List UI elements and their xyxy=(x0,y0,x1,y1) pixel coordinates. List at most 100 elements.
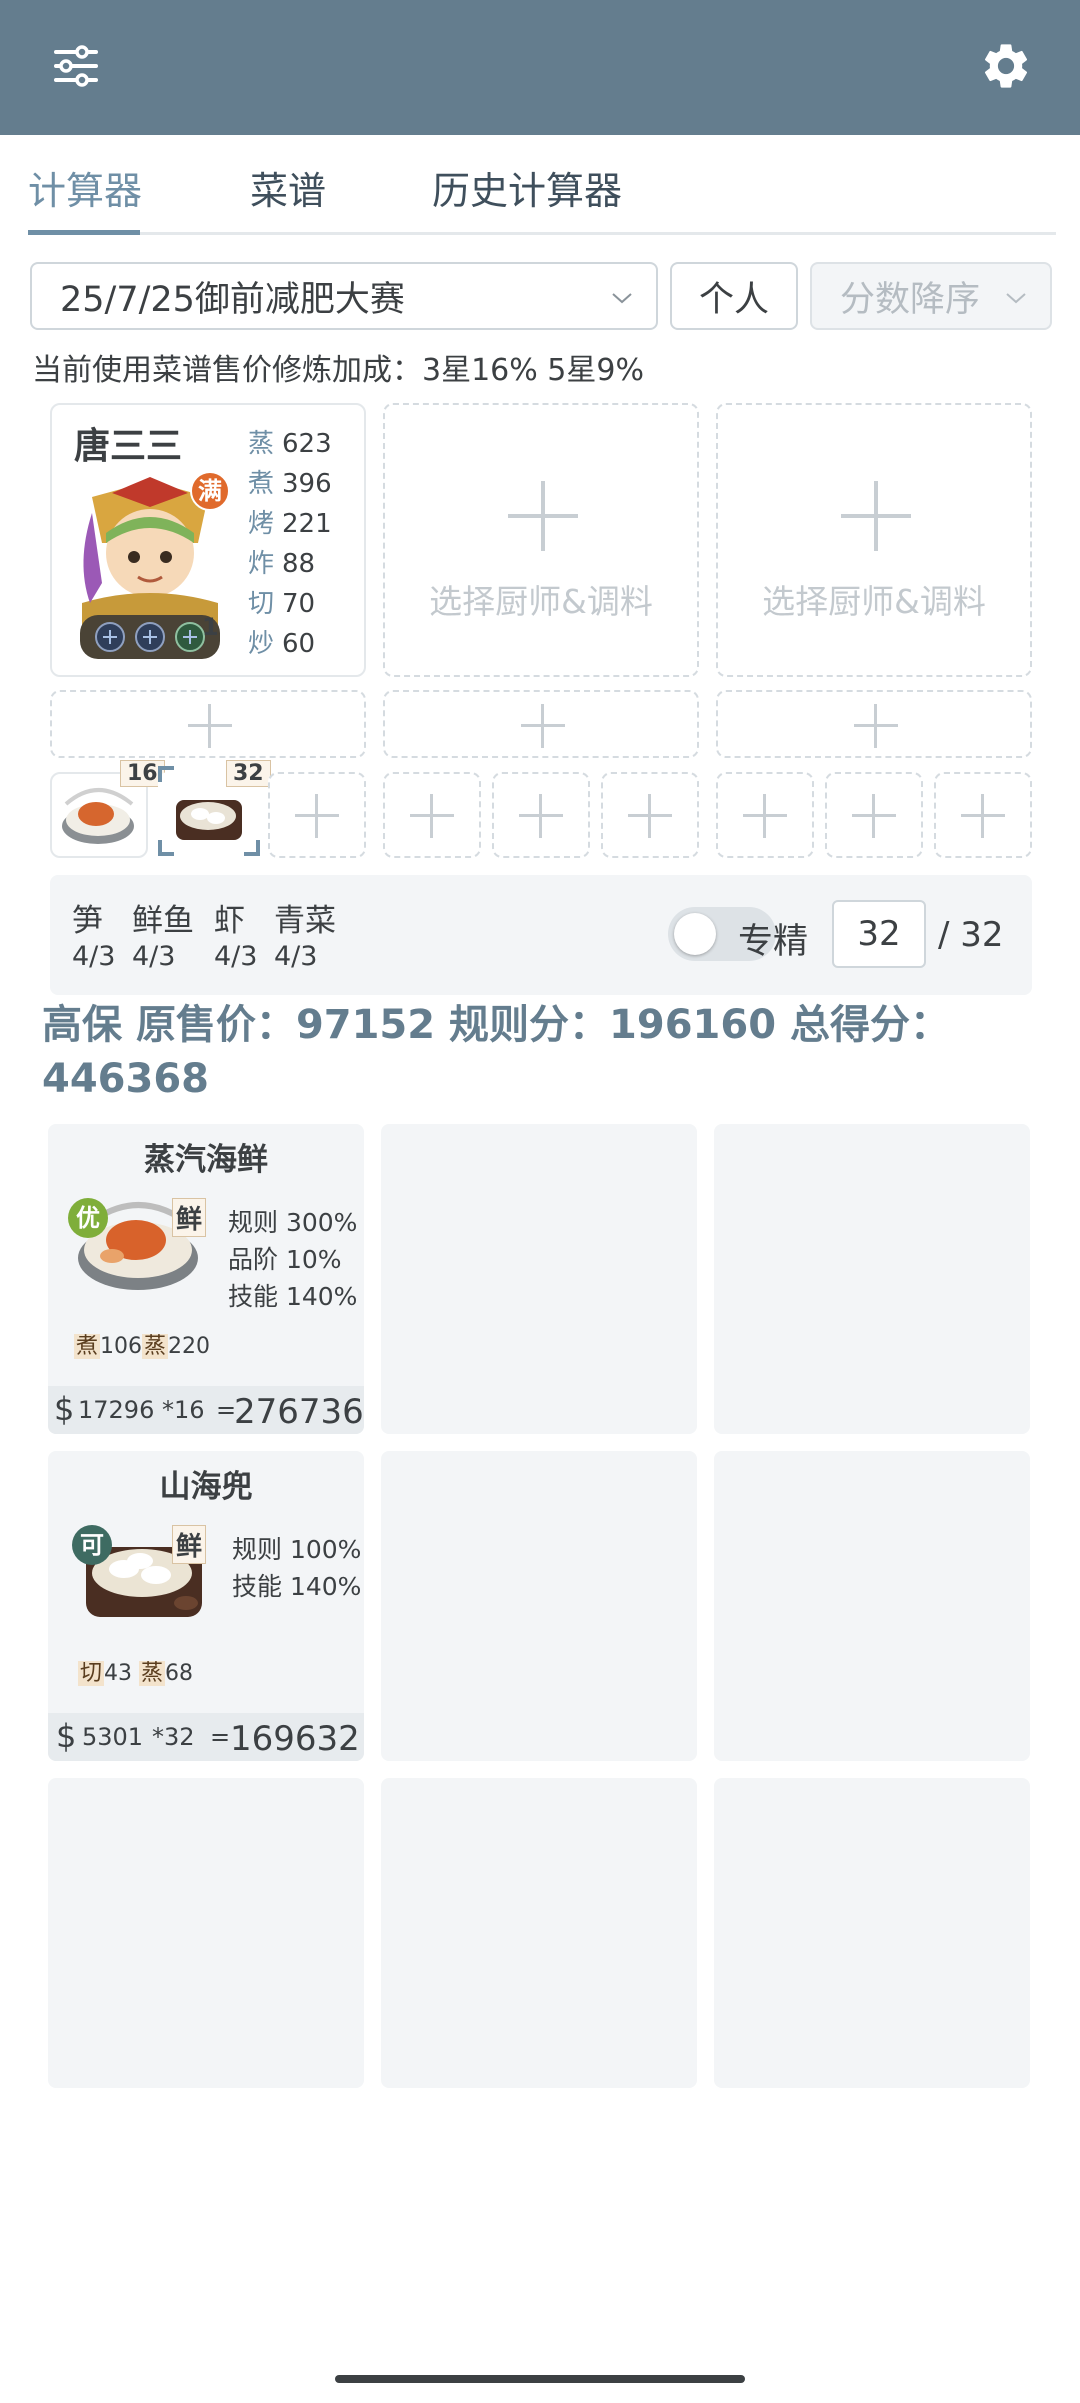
specialty-max: / 32 xyxy=(938,915,1004,955)
recipe-slot[interactable] xyxy=(825,772,923,858)
mode-button[interactable]: 个人 xyxy=(670,262,798,330)
recipe-slot[interactable] xyxy=(383,772,481,858)
chef-max-badge: 满 xyxy=(190,471,230,511)
tab-history-calculator[interactable]: 历史计算器 xyxy=(432,160,622,215)
chef-stat: 炸 88 xyxy=(248,549,316,579)
recipe-slot[interactable] xyxy=(601,772,699,858)
specialty-label: 专精 xyxy=(738,922,809,962)
chef-stat: 蒸 623 xyxy=(248,429,332,459)
plus-icon xyxy=(841,481,911,551)
plus-icon xyxy=(295,794,339,838)
ingredient-name: 青菜 xyxy=(274,903,336,939)
tab-bar: 计算器 菜谱 历史计算器 xyxy=(28,150,1056,238)
home-indicator[interactable] xyxy=(335,2375,745,2383)
rule-score: 196160 xyxy=(609,1002,777,1048)
mode-button-label: 个人 xyxy=(698,279,769,320)
plus-icon xyxy=(961,794,1005,838)
flavor-tag: 鲜 xyxy=(172,1198,207,1237)
dollar-icon: $ xyxy=(56,1717,77,1755)
ingredient-name: 虾 xyxy=(214,903,245,939)
recipe-slot[interactable] xyxy=(492,772,590,858)
chef-card[interactable]: 唐三三 满 1 蒸 623 煮 396 烤 221 炸 88 切 70 炒 60 xyxy=(50,403,366,677)
equals-sign: = xyxy=(210,1723,231,1751)
dollar-icon: $ xyxy=(54,1390,75,1428)
dish-total: 169632 xyxy=(230,1719,360,1759)
recipe-slot[interactable] xyxy=(934,772,1032,858)
original-price: 97152 xyxy=(295,1002,436,1048)
ingredient-qty: 4/3 xyxy=(214,941,258,972)
specialty-count-input[interactable]: 32 xyxy=(832,900,926,968)
chef-slot-2[interactable]: 选择厨师&调料 xyxy=(383,403,699,677)
dish-name: 山海兜 xyxy=(159,1469,253,1505)
tab-track xyxy=(28,232,1056,235)
plus-icon xyxy=(508,481,578,551)
dish-price-row: $ 17296 *16 = 276736 xyxy=(48,1386,364,1434)
plus-icon xyxy=(410,794,454,838)
empty-dish-slot xyxy=(381,1124,697,1434)
rule-score-label: 规则分： xyxy=(449,1002,610,1048)
grade-badge: 优 xyxy=(68,1198,108,1238)
sort-select-value: 分数降序 xyxy=(840,279,981,320)
chevron-down-icon xyxy=(612,293,632,304)
dish-price-row: $ 5301 *32 = 169632 xyxy=(48,1713,364,1761)
contest-select-value: 25/7/25御前减肥大赛 xyxy=(60,279,405,320)
empty-dish-slot xyxy=(381,1778,697,2088)
dish-requirements: 切43 蒸68 xyxy=(78,1661,194,1686)
chef-stat: 煮 396 xyxy=(248,469,332,499)
sort-select[interactable]: 分数降序 xyxy=(810,262,1052,330)
empty-dish-slot xyxy=(48,1778,364,2088)
ingredient-qty: 4/3 xyxy=(132,941,176,972)
tab-indicator xyxy=(28,230,140,235)
dish-card[interactable]: 山海兜 可 鲜 规则 100% 技能 140% 切43 蒸68 $ 5301 *3… xyxy=(48,1451,364,1761)
ingredient-qty: 4/3 xyxy=(72,941,116,972)
ingredient-qty: 4/3 xyxy=(274,941,318,972)
app-bar xyxy=(0,0,1080,135)
chef-stat: 炒 60 xyxy=(248,629,316,659)
dish-modifiers: 规则 300% 品阶 10% 技能 140% xyxy=(228,1208,358,1311)
add-equipment-button[interactable] xyxy=(50,690,366,758)
quantity: *32 xyxy=(152,1723,195,1751)
bonus-text: 当前使用菜谱售价修炼加成：3星16% 5星9% xyxy=(32,353,644,388)
toggle-knob xyxy=(674,913,716,955)
original-price-label: 原售价： xyxy=(135,1002,296,1048)
chef-stat: 切 70 xyxy=(248,589,316,619)
dish-thumbnail xyxy=(176,800,242,840)
contest-select[interactable]: 25/7/25御前减肥大赛 xyxy=(30,262,658,330)
ingredient-bar: 笋 4/3 鲜鱼 4/3 虾 4/3 青菜 4/3 专精 32 / 32 xyxy=(50,875,1032,995)
plus-icon xyxy=(854,704,898,748)
score-summary: 高保 原售价：97152 规则分：196160 总得分： 446368 xyxy=(42,998,1042,1106)
sliders-icon[interactable] xyxy=(44,34,108,98)
dish-requirements: 煮106蒸220 xyxy=(74,1334,211,1359)
score-level: 高保 xyxy=(42,1002,122,1048)
recipe-slot[interactable] xyxy=(716,772,814,858)
chef-slot-label: 选择厨师&调料 xyxy=(762,582,986,621)
plus-icon xyxy=(519,794,563,838)
add-equipment-button[interactable] xyxy=(383,690,699,758)
empty-dish-slot xyxy=(714,1451,1030,1761)
recipe-count-badge: 32 xyxy=(226,760,271,787)
total-score: 446368 xyxy=(42,1056,209,1102)
dish-card[interactable]: 蒸汽海鲜 优 鲜 规则 300% 品阶 10% 技能 140% 煮106蒸220 $… xyxy=(48,1124,364,1434)
total-score-label: 总得分： xyxy=(789,1002,950,1048)
chef-slot-label: 选择厨师&调料 xyxy=(429,582,653,621)
chef-name: 唐三三 xyxy=(74,426,183,467)
dish-modifiers: 规则 100% 技能 140% xyxy=(232,1535,362,1601)
tab-recipes[interactable]: 菜谱 xyxy=(250,160,326,215)
flavor-tag: 鲜 xyxy=(172,1525,207,1564)
chef-slot-3[interactable]: 选择厨师&调料 xyxy=(716,403,1032,677)
add-equipment-button[interactable] xyxy=(716,690,1032,758)
unit-price: 17296 xyxy=(78,1396,155,1424)
empty-dish-slot xyxy=(714,1124,1030,1434)
unit-price: 5301 xyxy=(82,1723,144,1751)
plus-icon xyxy=(852,794,896,838)
chevron-down-icon xyxy=(1006,293,1026,304)
tab-calculator[interactable]: 计算器 xyxy=(28,160,142,215)
quantity: *16 xyxy=(162,1396,205,1424)
gear-icon[interactable] xyxy=(972,32,1040,100)
plus-icon xyxy=(628,794,672,838)
dish-total: 276736 xyxy=(234,1392,364,1432)
plus-icon xyxy=(743,794,787,838)
empty-dish-slot xyxy=(714,1778,1030,2088)
recipe-slot-3[interactable] xyxy=(268,772,366,858)
chef-stat: 烤 221 xyxy=(248,509,332,539)
